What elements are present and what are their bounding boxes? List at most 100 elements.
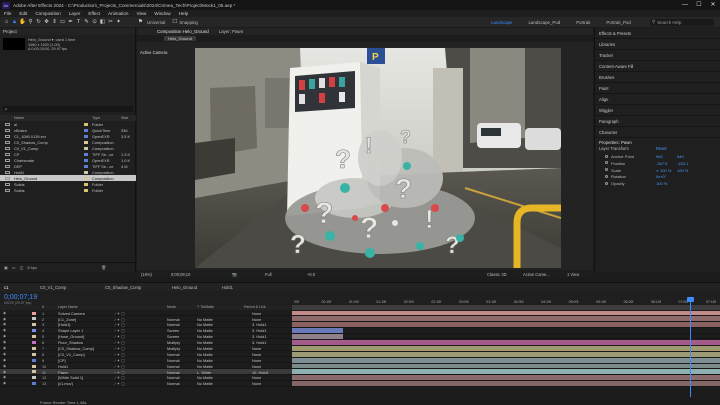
visibility-eye-icon[interactable]: ◉: [3, 328, 6, 332]
orbit-tool-icon[interactable]: ↻: [35, 19, 42, 26]
layer-label-swatch[interactable]: [32, 311, 36, 315]
layer-switches[interactable]: ⁄ ✦ ▢: [115, 381, 125, 386]
visibility-eye-icon[interactable]: ◉: [3, 364, 6, 368]
label-color-swatch[interactable]: [84, 128, 88, 132]
layer-duration-bar[interactable]: [292, 328, 344, 334]
rect-tool-icon[interactable]: ▭: [59, 19, 66, 26]
layer-duration-bar[interactable]: [292, 316, 720, 322]
tab-c1[interactable]: c1: [4, 285, 8, 290]
pan-tool-icon[interactable]: ✥: [43, 19, 50, 26]
workspace-landscape[interactable]: Landscape: [483, 20, 520, 25]
close-button[interactable]: ✕: [706, 0, 720, 10]
layer-label-swatch[interactable]: [32, 340, 36, 344]
panel-libraries[interactable]: Libraries: [595, 39, 720, 50]
panel-paragraph[interactable]: Paragraph: [595, 116, 720, 127]
pen-tool-icon[interactable]: ✒: [67, 19, 74, 26]
breadcrumb-comp[interactable]: Helo_Ground: [164, 36, 196, 41]
renderer-dropdown[interactable]: Classic 3D: [487, 272, 507, 277]
visibility-eye-icon[interactable]: ◉: [3, 375, 6, 379]
visibility-eye-icon[interactable]: ◉: [3, 370, 6, 374]
home-icon[interactable]: ⌂: [3, 19, 10, 26]
label-color-swatch[interactable]: [84, 182, 88, 186]
property-value-2[interactable]: -153.1: [677, 161, 688, 166]
search-help-field[interactable]: ⚲ Search Help: [650, 18, 714, 26]
brush-tool-icon[interactable]: ✎: [83, 19, 90, 26]
label-color-swatch[interactable]: [84, 146, 88, 150]
label-color-swatch[interactable]: [84, 164, 88, 168]
roto-tool-icon[interactable]: ✂: [107, 19, 114, 26]
interpret-footage-icon[interactable]: ▣: [4, 265, 8, 270]
visibility-eye-icon[interactable]: ◉: [3, 381, 6, 385]
layer-duration-bar[interactable]: [292, 334, 344, 339]
col-parent[interactable]: Parent & Link: [244, 305, 266, 309]
type-tool-icon[interactable]: T: [75, 19, 82, 26]
property-value[interactable]: 100 %: [656, 181, 667, 186]
layer-duration-bar[interactable]: [292, 345, 720, 351]
col-number[interactable]: #: [42, 305, 44, 309]
visibility-eye-icon[interactable]: ◉: [3, 322, 6, 326]
camera-icon[interactable]: 📷: [232, 272, 237, 278]
visibility-eye-icon[interactable]: ◉: [3, 352, 6, 356]
hand-tool-icon[interactable]: ✋: [19, 19, 26, 26]
workspace-portrait-pod[interactable]: Portrait_Pod: [598, 20, 638, 25]
zoom-dropdown[interactable]: (19%): [141, 272, 152, 277]
view-dropdown[interactable]: Active Came...: [523, 272, 550, 277]
layer-label-swatch[interactable]: [32, 358, 36, 362]
label-color-swatch[interactable]: [84, 188, 88, 192]
col-layer-name[interactable]: Layer Name: [58, 305, 78, 309]
clone-tool-icon[interactable]: ⊙: [91, 19, 98, 26]
col-name[interactable]: Name: [14, 116, 24, 120]
snapping-checkbox-icon[interactable]: ☐: [171, 19, 178, 26]
col-size[interactable]: Size: [121, 116, 128, 120]
col-type[interactable]: Type: [92, 116, 100, 120]
tab-layer[interactable]: Layer: Pawn: [219, 29, 243, 34]
menu-effect[interactable]: Effect: [88, 11, 100, 16]
layer-label-swatch[interactable]: [32, 382, 36, 386]
stopwatch-icon[interactable]: [605, 181, 608, 185]
visibility-eye-icon[interactable]: ◉: [3, 340, 6, 344]
panel-wiggler[interactable]: Wiggler: [595, 105, 720, 116]
panel-tracker[interactable]: Tracker: [595, 50, 720, 61]
menu-window[interactable]: Window: [154, 11, 170, 16]
layer-label-swatch[interactable]: [32, 364, 36, 368]
visibility-eye-icon[interactable]: ◉: [3, 334, 6, 338]
views-layout-dropdown[interactable]: 1 View: [567, 272, 579, 277]
minimize-button[interactable]: —: [678, 0, 692, 10]
stopwatch-icon[interactable]: [605, 168, 608, 172]
layer-label-swatch[interactable]: [32, 329, 36, 333]
tab-helo-ground[interactable]: Helo_Ground: [172, 285, 197, 290]
col-mode[interactable]: Mode: [167, 305, 176, 309]
label-color-swatch[interactable]: [84, 152, 88, 156]
selection-tool-icon[interactable]: ▲: [11, 19, 18, 26]
label-color-swatch[interactable]: [84, 176, 88, 180]
panel-brushes[interactable]: Brushes: [595, 72, 720, 83]
menu-file[interactable]: File: [4, 11, 11, 16]
maximize-button[interactable]: ☐: [692, 0, 706, 10]
blend-mode-dropdown[interactable]: Normal: [167, 381, 180, 386]
layer-label-swatch[interactable]: [32, 323, 36, 327]
resolution-dropdown[interactable]: Full: [265, 272, 272, 277]
layer-name[interactable]: [c1.mov]: [58, 381, 73, 386]
layer-duration-bar[interactable]: [292, 363, 720, 369]
new-comp-icon[interactable]: ◫: [20, 265, 24, 270]
label-color-swatch[interactable]: [84, 170, 88, 174]
layer-label-swatch[interactable]: [32, 352, 36, 356]
stopwatch-icon[interactable]: [605, 161, 608, 165]
tab-c0-v1-comp[interactable]: C0_V1_Comp: [40, 285, 66, 290]
label-color-swatch[interactable]: [84, 158, 88, 162]
property-value[interactable]: 0x+0°: [656, 174, 666, 179]
property-value[interactable]: -347.5: [656, 161, 667, 166]
project-search-input[interactable]: ρ: [3, 106, 133, 112]
tab-composition[interactable]: Composition Helo_Ground: [157, 29, 209, 34]
layer-label-swatch[interactable]: [32, 376, 36, 380]
visibility-eye-icon[interactable]: ◉: [3, 317, 6, 321]
menu-edit[interactable]: Edit: [19, 11, 27, 16]
reset-link[interactable]: Reset: [656, 146, 667, 151]
pin-icon[interactable]: ⚑: [137, 19, 144, 26]
layer-row[interactable]: ◉ 13 [c1.mov] ⁄ ✦ ▢ Normal No Matte None: [0, 381, 292, 387]
layer-label-swatch[interactable]: [32, 370, 36, 374]
layer-duration-bar[interactable]: [292, 339, 720, 345]
layer-duration-bar[interactable]: [292, 375, 720, 381]
visibility-eye-icon[interactable]: ◉: [3, 311, 6, 315]
current-timecode[interactable]: 0;00;07;19: [4, 294, 37, 301]
